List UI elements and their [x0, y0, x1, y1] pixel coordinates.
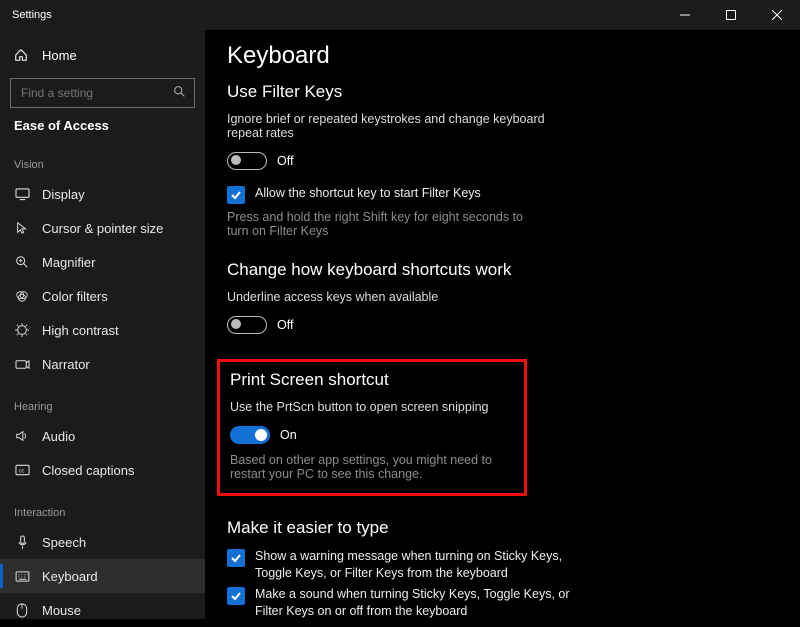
toggle-state: Off	[277, 154, 293, 168]
section-filter-keys: Use Filter Keys Ignore brief or repeated…	[227, 82, 770, 238]
narrator-icon	[12, 358, 32, 371]
home-label: Home	[42, 48, 77, 63]
sidebar-item-label: Audio	[42, 429, 75, 444]
shortcuts-desc: Underline access keys when available	[227, 290, 547, 304]
content: Keyboard Use Filter Keys Ignore brief or…	[205, 30, 800, 619]
color-filters-icon	[12, 289, 32, 303]
svg-text:cc: cc	[18, 468, 24, 474]
keyboard-icon	[12, 571, 32, 582]
sidebar-item-label: Mouse	[42, 603, 81, 618]
window-title: Settings	[0, 9, 52, 21]
category-heading: Ease of Access	[0, 118, 205, 139]
sidebar-item-closedcaptions[interactable]: cc Closed captions	[0, 453, 205, 487]
sidebar-item-label: Magnifier	[42, 255, 95, 270]
search-input[interactable]	[10, 78, 195, 108]
printscreen-toggle[interactable]: On	[230, 426, 297, 444]
sidebar-item-cursor[interactable]: Cursor & pointer size	[0, 211, 205, 245]
sidebar-item-label: Color filters	[42, 289, 108, 304]
group-interaction: Interaction	[0, 487, 205, 525]
filter-keys-heading: Use Filter Keys	[227, 82, 770, 102]
sidebar-item-home[interactable]: Home	[0, 38, 205, 72]
printscreen-heading: Print Screen shortcut	[230, 370, 514, 390]
toggle-state: Off	[277, 318, 293, 332]
warning-checkbox[interactable]	[227, 549, 245, 567]
mouse-icon	[12, 603, 32, 618]
display-icon	[12, 188, 32, 201]
sidebar-item-label: Narrator	[42, 357, 90, 372]
group-hearing: Hearing	[0, 381, 205, 419]
sidebar-item-label: Keyboard	[42, 569, 98, 584]
maximize-button[interactable]	[708, 0, 754, 30]
allow-shortcut-label: Allow the shortcut key to start Filter K…	[255, 185, 481, 202]
sound-label: Make a sound when turning Sticky Keys, T…	[255, 586, 587, 619]
sidebar-item-label: Speech	[42, 535, 86, 550]
section-easier: Make it easier to type Show a warning me…	[227, 518, 770, 619]
sidebar-item-magnifier[interactable]: Magnifier	[0, 245, 205, 279]
sidebar-item-narrator[interactable]: Narrator	[0, 347, 205, 381]
group-vision: Vision	[0, 139, 205, 177]
printscreen-note: Based on other app settings, you might n…	[230, 453, 514, 481]
titlebar: Settings	[0, 0, 800, 30]
sidebar-item-label: Closed captions	[42, 463, 135, 478]
sidebar-item-label: High contrast	[42, 323, 119, 338]
high-contrast-icon	[12, 323, 32, 337]
allow-shortcut-checkbox[interactable]	[227, 186, 245, 204]
closed-captions-icon: cc	[12, 464, 32, 476]
search-icon	[173, 85, 186, 101]
magnifier-icon	[12, 255, 32, 269]
search-field[interactable]	[19, 85, 173, 101]
sidebar-item-mouse[interactable]: Mouse	[0, 593, 205, 627]
section-printscreen: Print Screen shortcut Use the PrtScn but…	[217, 359, 527, 496]
toggle-on-icon	[230, 426, 270, 444]
toggle-state: On	[280, 428, 297, 442]
sidebar-item-keyboard[interactable]: Keyboard	[0, 559, 205, 593]
cursor-icon	[12, 221, 32, 235]
sidebar-item-audio[interactable]: Audio	[0, 419, 205, 453]
section-shortcuts: Change how keyboard shortcuts work Under…	[227, 260, 770, 337]
page-title: Keyboard	[227, 42, 770, 70]
sidebar-item-speech[interactable]: Speech	[0, 525, 205, 559]
speech-icon	[12, 535, 32, 550]
easier-heading: Make it easier to type	[227, 518, 770, 538]
printscreen-desc: Use the PrtScn button to open screen sni…	[230, 400, 514, 414]
minimize-button[interactable]	[662, 0, 708, 30]
sound-checkbox[interactable]	[227, 587, 245, 605]
underline-toggle[interactable]: Off	[227, 316, 293, 334]
sidebar-item-colorfilters[interactable]: Color filters	[0, 279, 205, 313]
warning-label: Show a warning message when turning on S…	[255, 548, 587, 582]
sidebar-item-label: Display	[42, 187, 85, 202]
sidebar-item-highcontrast[interactable]: High contrast	[0, 313, 205, 347]
sidebar: Home Ease of Access Vision Display Curso…	[0, 30, 205, 619]
filter-keys-toggle[interactable]: Off	[227, 152, 293, 170]
shortcuts-heading: Change how keyboard shortcuts work	[227, 260, 770, 280]
home-icon	[12, 48, 30, 62]
audio-icon	[12, 429, 32, 443]
toggle-off-icon	[227, 152, 267, 170]
close-button[interactable]	[754, 0, 800, 30]
toggle-off-icon	[227, 316, 267, 334]
filter-keys-desc: Ignore brief or repeated keystrokes and …	[227, 112, 547, 140]
allow-shortcut-sub: Press and hold the right Shift key for e…	[227, 210, 547, 238]
sidebar-item-display[interactable]: Display	[0, 177, 205, 211]
sidebar-item-label: Cursor & pointer size	[42, 221, 163, 236]
